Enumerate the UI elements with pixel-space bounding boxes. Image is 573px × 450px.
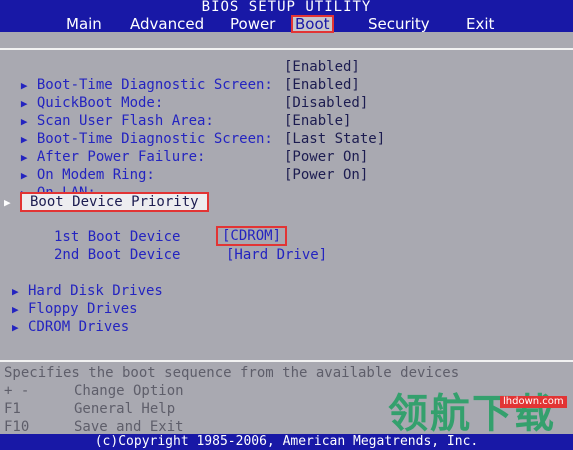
submenu-item-floppy[interactable]: ▶ Floppy Drives: [12, 300, 138, 319]
setting-row[interactable]: ▶ QuickBoot Mode: [Enabled]: [4, 76, 360, 111]
boot-device-label: 2nd Boot Device: [54, 247, 181, 263]
key-label: + -: [4, 383, 30, 399]
key-action: Change Option: [74, 383, 184, 399]
menu-power[interactable]: Power: [230, 16, 275, 32]
setting-row[interactable]: ▶On LAN: [Power On]: [4, 166, 368, 201]
setting-value[interactable]: [Enable]: [284, 112, 351, 130]
setting-row[interactable]: ▶ Boot-Time Diagnostic Screen: [Enabled]: [4, 58, 360, 93]
boot-device-row[interactable]: 2nd Boot Device [Hard Drive]: [54, 246, 327, 264]
boot-device-row[interactable]: 1st Boot Device [CDROM]: [54, 226, 288, 246]
boot-device-priority[interactable]: ▶ Boot Device Priority: [4, 192, 209, 212]
menu-security[interactable]: Security: [368, 16, 430, 32]
submenu-item-hard-disk[interactable]: ▶ Hard Disk Drives: [12, 282, 163, 301]
setting-value[interactable]: [Disabled]: [284, 94, 368, 112]
triangle-right-icon: ▶: [12, 303, 19, 316]
menu-boot[interactable]: Boot: [291, 15, 334, 33]
setting-row[interactable]: ▶ Scan User Flash Area: [Disabled]: [4, 94, 368, 129]
menu-exit[interactable]: Exit: [466, 16, 494, 32]
setting-row[interactable]: ▶ After Power Failure: [Last State]: [4, 130, 385, 165]
setting-value[interactable]: [Last State]: [284, 130, 385, 148]
setting-row[interactable]: ▶ On Modem Ring: [Power On]: [4, 148, 368, 183]
window-title: BIOS SETUP UTILITY: [201, 0, 372, 15]
triangle-right-icon: ▶: [4, 196, 11, 209]
bottom-divider: [0, 360, 573, 362]
submenu-label: Hard Disk Drives: [28, 283, 163, 299]
boot-device-label: 1st Boot Device: [54, 229, 181, 245]
setting-value[interactable]: [Enabled]: [284, 58, 360, 76]
key-action: Save and Exit: [74, 419, 184, 435]
triangle-right-icon: ▶: [12, 285, 19, 298]
key-label: F1: [4, 401, 21, 417]
copyright-footer: (c)Copyright 1985-2006, American Megatre…: [0, 434, 573, 450]
menu-main[interactable]: Main: [66, 16, 102, 32]
submenu-label: CDROM Drives: [28, 319, 130, 335]
setting-value[interactable]: [Power On]: [284, 148, 368, 166]
menu-bar: Main Advanced Power Boot Security Exit: [0, 15, 573, 33]
key-help-row: F1 General Help: [4, 400, 175, 418]
submenu-label: Floppy Drives: [28, 301, 138, 317]
triangle-right-icon: ▶: [12, 321, 19, 334]
setting-value[interactable]: [Power On]: [284, 166, 368, 184]
submenu-item-cdrom[interactable]: ▶ CDROM Drives: [12, 318, 129, 337]
boot-device-priority-label[interactable]: Boot Device Priority: [20, 192, 209, 212]
top-bar: BIOS SETUP UTILITY Main Advanced Power B…: [0, 0, 573, 33]
boot-device-value-selected[interactable]: [CDROM]: [216, 226, 288, 246]
watermark-url: lhdown.com: [500, 396, 567, 408]
boot-device-value[interactable]: [Hard Drive]: [226, 246, 327, 264]
help-description: Specifies the boot sequence from the ava…: [4, 365, 460, 381]
menu-advanced[interactable]: Advanced: [130, 16, 204, 32]
setting-row[interactable]: ▶ Boot-Time Diagnostic Screen: [Enable]: [4, 112, 352, 147]
setting-value[interactable]: [Enabled]: [284, 76, 360, 94]
key-help-row: + - Change Option: [4, 382, 184, 400]
top-divider: [0, 48, 573, 50]
key-action: General Help: [74, 401, 176, 417]
